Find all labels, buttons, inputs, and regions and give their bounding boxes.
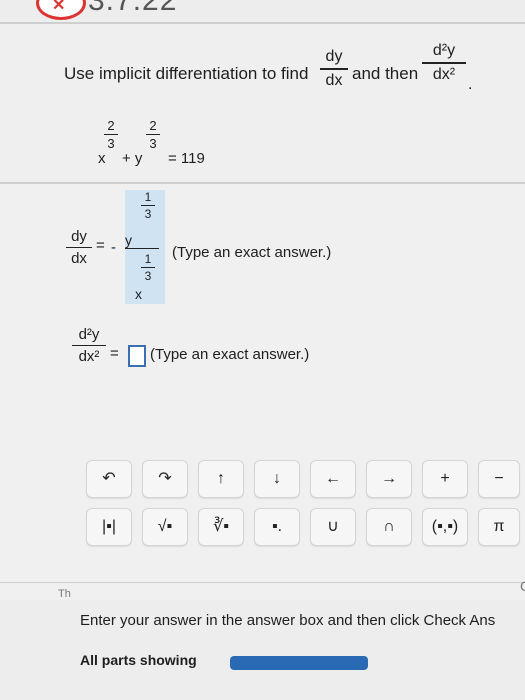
arrow-right-button[interactable]: → <box>366 460 412 498</box>
page: ✕ 3.7.22 Use implicit differentiation to… <box>0 0 525 700</box>
arrow-down-button[interactable]: ↓ <box>254 460 300 498</box>
first-answer-field[interactable]: y 1 3 1 3 x <box>125 190 165 304</box>
period: . <box>468 76 473 93</box>
decimal-button[interactable]: ▪. <box>254 508 300 546</box>
d2y-dx2-fraction: d²y dx² <box>422 42 466 84</box>
d2y-dx2-label: d²y dx² <box>72 326 106 365</box>
intersection-button[interactable]: ∩ <box>366 508 412 546</box>
parts-showing-label: All parts showing <box>80 652 197 668</box>
arrow-up-button[interactable]: ↑ <box>198 460 244 498</box>
wrong-x-icon: ✕ <box>36 0 86 20</box>
problem-number: 3.7.22 <box>88 0 178 17</box>
absolute-value-button[interactable]: |▪| <box>86 508 132 546</box>
and-then-text: and then <box>352 64 419 83</box>
square-root-button[interactable]: √▪ <box>142 508 188 546</box>
instruction-text: Use implicit differentiation to find <box>64 64 309 83</box>
interval-button[interactable]: (▪,▪) <box>422 508 468 546</box>
minus-button[interactable]: − <box>478 460 520 498</box>
hint-second: (Type an exact answer.) <box>150 346 310 363</box>
arrow-left-button[interactable]: ← <box>310 460 356 498</box>
header-bar: ✕ 3.7.22 <box>0 0 525 20</box>
dy-dx-label: dy dx <box>66 228 92 267</box>
union-button[interactable]: ∪ <box>310 508 356 546</box>
dy-dx-fraction: dy dx <box>320 48 348 90</box>
given-equation: 2 3 2 3 x + y = 119 <box>98 118 205 167</box>
progress-bar <box>230 656 368 670</box>
plus-button[interactable]: + <box>422 460 468 498</box>
pi-button[interactable]: π <box>478 508 520 546</box>
redo-button[interactable]: ↷ <box>142 460 188 498</box>
footer-instruction: Enter your answer in the answer box and … <box>80 612 496 629</box>
math-toolbar: ↶ ↷ ↑ ↓ ← → + − |▪| √▪ ∛▪ ▪. ∪ ∩ (▪,▪) π <box>68 452 525 562</box>
footer-divider <box>0 582 525 583</box>
second-answer-input[interactable] <box>128 345 146 367</box>
undo-button[interactable]: ↶ <box>86 460 132 498</box>
header-divider <box>0 22 525 24</box>
cube-root-button[interactable]: ∛▪ <box>198 508 244 546</box>
hint-first: (Type an exact answer.) <box>172 244 332 261</box>
